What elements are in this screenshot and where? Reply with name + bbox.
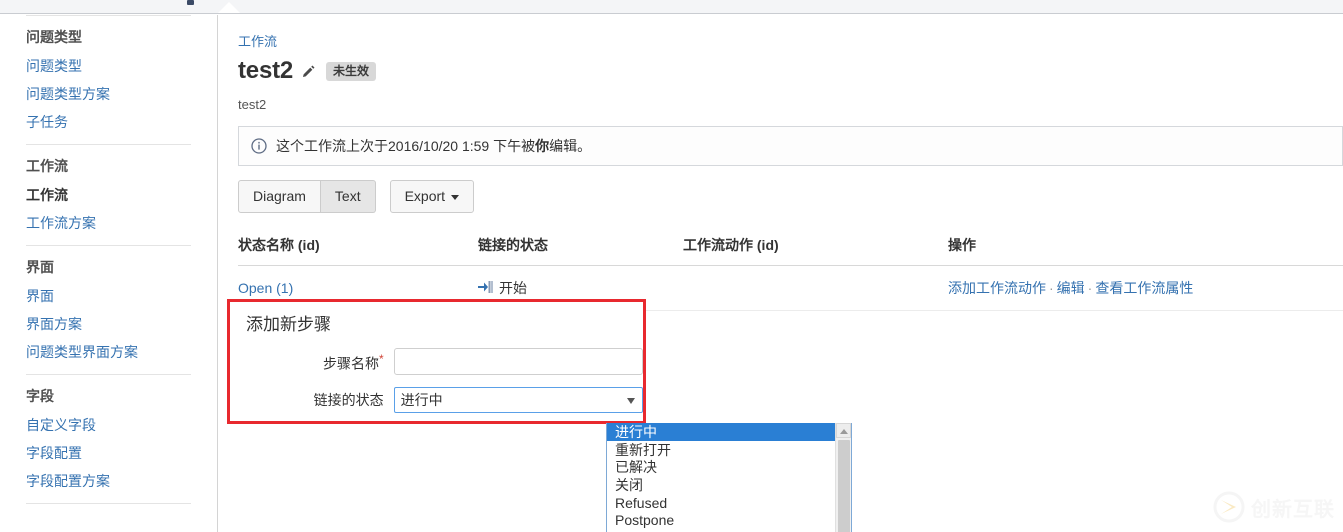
sidebar-item-field-configurations[interactable]: 字段配置 xyxy=(26,439,217,467)
sidebar-divider xyxy=(26,503,191,504)
sidebar-heading-issue-types: 问题类型 xyxy=(26,29,82,45)
linked-status-selected-value: 进行中 xyxy=(400,392,443,408)
col-state-name: 状态名称 (id) xyxy=(238,229,478,266)
cell-operations: 添加工作流动作 · 编辑 · 查看工作流属性 xyxy=(948,265,1343,311)
pencil-icon[interactable] xyxy=(301,64,316,79)
step-name-label-text: 步骤名称 xyxy=(322,355,379,372)
tab-text[interactable]: Text xyxy=(320,180,376,213)
dropdown-option-reopened[interactable]: 重新打开 xyxy=(607,441,835,459)
add-workflow-action-link[interactable]: 添加工作流动作 xyxy=(948,280,1046,296)
banner-text-after: 编辑。 xyxy=(549,138,592,154)
dropdown-option-closed[interactable]: 关闭 xyxy=(607,476,835,494)
required-asterisk: * xyxy=(378,352,384,367)
linked-status-label: 开始 xyxy=(499,280,527,296)
sidebar-group-screens: 界面 界面 界面方案 问题类型界面方案 xyxy=(26,246,217,374)
state-name-link[interactable]: Open (1) xyxy=(238,280,293,296)
title-row: test2 未生效 xyxy=(238,57,1343,85)
add-step-title: 添加新步骤 xyxy=(246,315,331,334)
banner-text-before: 这个工作流上次于2016/10/20 1:59 下午被 xyxy=(276,138,536,154)
status-badge: 未生效 xyxy=(326,61,377,81)
export-label: Export xyxy=(404,188,446,204)
dropdown-option-postpone[interactable]: Postpone xyxy=(607,511,835,529)
export-button[interactable]: Export xyxy=(389,180,475,213)
tab-diagram[interactable]: Diagram xyxy=(238,180,321,213)
step-name-label: 步骤名称* xyxy=(246,350,394,373)
dropdown-option-refused[interactable]: Refused xyxy=(607,494,835,512)
sidebar-item-screens[interactable]: 界面 xyxy=(26,282,217,310)
linked-status-select[interactable]: 进行中 xyxy=(393,387,643,413)
sidebar-heading-workflows: 工作流 xyxy=(26,158,68,174)
sidebar-group-fields: 字段 自定义字段 字段配置 字段配置方案 xyxy=(26,375,217,503)
chevron-down-icon xyxy=(627,398,635,404)
view-toggle-group: Diagram Text xyxy=(238,180,376,213)
add-step-panel: 添加新步骤 步骤名称* 链接的状态 进行中 xyxy=(227,299,646,424)
dropdown-option-resolved[interactable]: 已解决 xyxy=(607,458,835,476)
dropdown-option-in-progress[interactable]: 进行中 xyxy=(607,423,835,441)
linked-status-label: 链接的状态 xyxy=(313,392,384,408)
col-workflow-action: 工作流动作 (id) xyxy=(683,229,948,266)
sidebar-item-issue-type-screen-schemes[interactable]: 问题类型界面方案 xyxy=(26,338,217,366)
linked-status-dropdown-list[interactable]: 进行中 重新打开 已解决 关闭 Refused Postpone Verifie… xyxy=(606,423,852,532)
linked-status-row: 链接的状态 进行中 xyxy=(246,387,643,413)
sidebar-heading-screens: 界面 xyxy=(26,259,54,275)
view-workflow-properties-link[interactable]: 查看工作流属性 xyxy=(1095,280,1193,296)
sidebar-item-screen-schemes[interactable]: 界面方案 xyxy=(26,310,217,338)
dropdown-options: 进行中 重新打开 已解决 关闭 Refused Postpone Verifie… xyxy=(607,423,835,532)
sidebar-item-issue-types[interactable]: 问题类型 xyxy=(26,52,217,80)
scrollbar-thumb[interactable] xyxy=(838,440,850,532)
step-name-row: 步骤名称* xyxy=(246,348,643,375)
page-title: test2 xyxy=(238,57,294,84)
col-linked-status: 链接的状态 xyxy=(478,229,683,266)
sidebar-group-issue-types: 问题类型 问题类型 问题类型方案 子任务 xyxy=(26,16,217,144)
chrome-indicator-dot xyxy=(187,0,194,5)
arrow-into-step-icon xyxy=(478,280,494,297)
sidebar-group-workflows: 工作流 工作流 工作流方案 xyxy=(26,145,217,245)
operation-separator: · xyxy=(1087,280,1093,296)
sidebar-item-field-configuration-schemes[interactable]: 字段配置方案 xyxy=(26,467,217,495)
table-header-row: 状态名称 (id) 链接的状态 工作流动作 (id) 操作 xyxy=(238,229,1343,266)
sidebar-item-workflows[interactable]: 工作流 xyxy=(26,181,217,209)
sidebar-item-custom-fields[interactable]: 自定义字段 xyxy=(26,411,217,439)
chevron-down-icon xyxy=(451,194,460,200)
sidebar-heading-fields: 字段 xyxy=(26,388,54,404)
workflow-description: test2 xyxy=(238,97,267,112)
sidebar-item-subtasks[interactable]: 子任务 xyxy=(26,108,217,136)
banner-text-bold: 你 xyxy=(535,138,550,154)
panel-pointer-notch xyxy=(218,2,240,13)
cell-workflow-action xyxy=(683,265,948,311)
page-root: 问题类型 问题类型 问题类型方案 子任务 工作流 工作流 工作流方案 界面 界面… xyxy=(0,0,1343,532)
main-content: 工作流 test2 未生效 test2 这个工作流上次于2016/10/20 1… xyxy=(219,15,1343,532)
info-banner: 这个工作流上次于2016/10/20 1:59 下午被你编辑。 xyxy=(238,126,1343,166)
dropdown-scrollbar[interactable] xyxy=(835,423,851,532)
browser-chrome-strip xyxy=(0,0,1343,14)
info-circle-icon xyxy=(251,138,267,154)
col-operations: 操作 xyxy=(948,229,1343,266)
info-banner-text: 这个工作流上次于2016/10/20 1:59 下午被你编辑。 xyxy=(276,137,591,155)
breadcrumb[interactable]: 工作流 xyxy=(238,34,277,49)
admin-sidebar: 问题类型 问题类型 问题类型方案 子任务 工作流 工作流 工作流方案 界面 界面… xyxy=(0,15,218,532)
sidebar-item-workflow-schemes[interactable]: 工作流方案 xyxy=(26,209,217,237)
operation-separator: · xyxy=(1049,280,1054,296)
edit-link[interactable]: 编辑 xyxy=(1057,280,1085,296)
sidebar-item-issue-type-schemes[interactable]: 问题类型方案 xyxy=(26,80,217,108)
step-name-input[interactable] xyxy=(393,348,643,375)
scroll-up-arrow-icon[interactable] xyxy=(836,423,851,438)
view-toolbar: Diagram Text Export xyxy=(238,180,1343,213)
